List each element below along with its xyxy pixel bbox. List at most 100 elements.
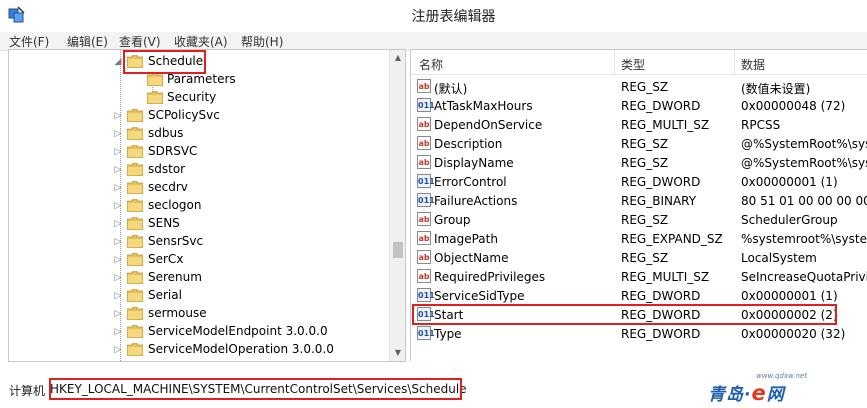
tree-item-label: ServiceModelEndpoint 3.0.0.0 xyxy=(148,324,328,338)
value-data: SchedulerGroup xyxy=(741,213,838,227)
tree-item-label: ServiceModelOperation 3.0.0.0 xyxy=(148,342,334,356)
expand-arrow-icon[interactable]: ▷ xyxy=(113,234,123,250)
tree-item[interactable]: ▷ sdstor xyxy=(9,161,389,179)
tree-item[interactable]: Parameters xyxy=(9,71,389,89)
value-row[interactable]: ab (默认) REG_SZ (数值未设置) xyxy=(411,77,867,96)
value-row[interactable]: ab DisplayName REG_SZ @%SystemRoot%\syst xyxy=(411,153,867,172)
expand-arrow-icon[interactable]: ▷ xyxy=(113,324,123,340)
scroll-up-arrow-icon[interactable]: ▲ xyxy=(390,50,405,66)
expand-arrow-icon[interactable]: ▷ xyxy=(113,342,123,358)
column-header-type[interactable]: 类型 xyxy=(621,56,645,73)
value-data: (数值未设置) xyxy=(741,82,811,96)
value-row[interactable]: ab Description REG_SZ @%SystemRoot%\syst xyxy=(411,134,867,153)
menu-view[interactable]: 查看(V) xyxy=(119,33,161,50)
expand-arrow-icon[interactable]: ▷ xyxy=(113,306,123,322)
value-name: ImagePath xyxy=(434,232,498,246)
column-separator[interactable] xyxy=(614,50,615,74)
tree-item[interactable]: ▷ SerCx xyxy=(9,251,389,269)
tree-item[interactable]: ▷ SDRSVC xyxy=(9,143,389,161)
value-name: Start xyxy=(434,308,464,322)
column-header-name[interactable]: 名称 xyxy=(419,56,443,73)
values-list-pane[interactable]: 名称 类型 数据 ab (默认) REG_SZ (数值未设置) 011 AtTaskMax… xyxy=(410,49,867,361)
value-row[interactable]: 011 Type REG_DWORD 0x00000020 (32) xyxy=(411,324,867,343)
value-row[interactable]: 011 FailureActions REG_BINARY 80 51 01 00 0… xyxy=(411,191,867,210)
menu-help[interactable]: 帮助(H) xyxy=(241,33,283,50)
value-row[interactable]: ab ImagePath REG_EXPAND_SZ %systemroot%\sys… xyxy=(411,229,867,248)
value-data: 0x00000002 (2) xyxy=(741,308,838,322)
expand-arrow-icon[interactable]: ▷ xyxy=(113,162,123,178)
value-data: SeIncreaseQuotaPrivil xyxy=(741,270,867,284)
folder-icon xyxy=(127,163,143,176)
value-row[interactable]: ab RequiredPrivileges REG_MULTI_SZ SeIncrea… xyxy=(411,267,867,286)
expand-arrow-icon[interactable]: ▷ xyxy=(113,252,123,268)
window-title: 注册表编辑器 xyxy=(411,9,496,25)
value-name: Description xyxy=(434,137,503,151)
value-name: ErrorControl xyxy=(434,175,507,189)
scroll-down-arrow-icon[interactable]: ▼ xyxy=(390,345,405,361)
scrollbar-thumb[interactable] xyxy=(393,242,403,258)
expand-arrow-icon[interactable]: ▷ xyxy=(113,270,123,286)
folder-icon xyxy=(127,289,143,302)
binary-value-icon: 011 xyxy=(417,326,435,340)
value-data: LocalSystem xyxy=(741,251,817,265)
tree-item[interactable]: Security xyxy=(9,89,389,107)
expand-arrow-icon[interactable]: ▷ xyxy=(113,216,123,232)
expand-arrow-icon[interactable]: ▷ xyxy=(113,108,123,124)
expand-arrow-icon[interactable]: ▷ xyxy=(113,126,123,142)
tree-item-label: Schedule xyxy=(148,54,204,68)
menu-favorites[interactable]: 收藏夹(A) xyxy=(174,33,228,50)
string-value-icon: ab xyxy=(417,79,431,93)
value-name: RequiredPrivileges xyxy=(434,270,546,284)
status-prefix: 计算机 xyxy=(9,384,46,398)
folder-icon xyxy=(127,199,143,212)
column-header-data[interactable]: 数据 xyxy=(741,56,765,73)
tree-item-label: SerCx xyxy=(148,252,184,266)
expand-arrow-icon[interactable]: ▷ xyxy=(113,180,123,196)
tree-item[interactable]: ▷ SCPolicySvc xyxy=(9,107,389,125)
menu-edit[interactable]: 编辑(E) xyxy=(67,33,108,50)
tree-item[interactable]: ▷ sermouse xyxy=(9,305,389,323)
expand-arrow-icon[interactable]: ▷ xyxy=(113,198,123,214)
value-row[interactable]: 011 ErrorControl REG_DWORD 0x00000001 (1) xyxy=(411,172,867,191)
value-data: 0x00000001 (1) xyxy=(741,175,838,189)
folder-icon xyxy=(127,343,143,356)
menu-file[interactable]: 文件(F) xyxy=(9,33,49,50)
tree-item-label: Serial xyxy=(148,288,182,302)
tree-item[interactable]: ▷ secdrv xyxy=(9,179,389,197)
tree-item[interactable]: ◢ Schedule xyxy=(9,53,389,71)
expand-arrow-icon[interactable]: ▷ xyxy=(113,144,123,160)
tree-item-label: sdbus xyxy=(148,126,184,140)
value-row[interactable]: ab ObjectName REG_SZ LocalSystem xyxy=(411,248,867,267)
value-data: @%SystemRoot%\syst xyxy=(741,137,867,151)
value-row[interactable]: ab Group REG_SZ SchedulerGroup xyxy=(411,210,867,229)
value-row[interactable]: 011 AtTaskMaxHours REG_DWORD 0x00000048 (72… xyxy=(411,96,867,115)
tree-item[interactable]: ▷ Serenum xyxy=(9,269,389,287)
value-row[interactable]: 011 Start REG_DWORD 0x00000002 (2) xyxy=(411,305,867,324)
tree-item[interactable]: ▷ ServiceModelOperation 3.0.0.0 xyxy=(9,341,389,359)
value-data: 0x00000048 (72) xyxy=(741,99,846,113)
folder-icon xyxy=(147,73,163,86)
value-row[interactable]: 011 ServiceSidType REG_DWORD 0x00000001 (1) xyxy=(411,286,867,305)
tree-item[interactable]: ▷ sdbus xyxy=(9,125,389,143)
tree-item-label: Security xyxy=(167,90,217,104)
key-tree-pane[interactable]: ◢ Schedule Parameters Security ▷ SCPolicySvc ▷… xyxy=(8,49,406,362)
folder-icon xyxy=(127,127,143,140)
tree-item[interactable]: ▷ seclogon xyxy=(9,197,389,215)
value-row[interactable]: ab DependOnService REG_MULTI_SZ RPCSS xyxy=(411,115,867,134)
string-value-icon: ab xyxy=(417,269,431,283)
tree-vertical-scrollbar[interactable]: ▲ ▼ xyxy=(389,50,405,361)
tree-item[interactable]: ▷ ServiceModelEndpoint 3.0.0.0 xyxy=(9,323,389,341)
tree-item[interactable]: ▷ Serial xyxy=(9,287,389,305)
string-value-icon: ab xyxy=(417,155,431,169)
tree-item[interactable]: ▷ SENS xyxy=(9,215,389,233)
value-data: 0x00000020 (32) xyxy=(741,327,846,341)
tree-item-label: sdstor xyxy=(148,162,186,176)
binary-value-icon: 011 xyxy=(417,98,435,112)
string-value-icon: ab xyxy=(417,136,431,150)
string-value-icon: ab xyxy=(417,117,431,131)
tree-item[interactable]: ▷ SensrSvc xyxy=(9,233,389,251)
expand-arrow-icon[interactable]: ▷ xyxy=(113,288,123,304)
tree-item-label: seclogon xyxy=(148,198,202,212)
collapse-arrow-icon[interactable]: ◢ xyxy=(113,54,123,70)
column-separator[interactable] xyxy=(734,50,735,74)
